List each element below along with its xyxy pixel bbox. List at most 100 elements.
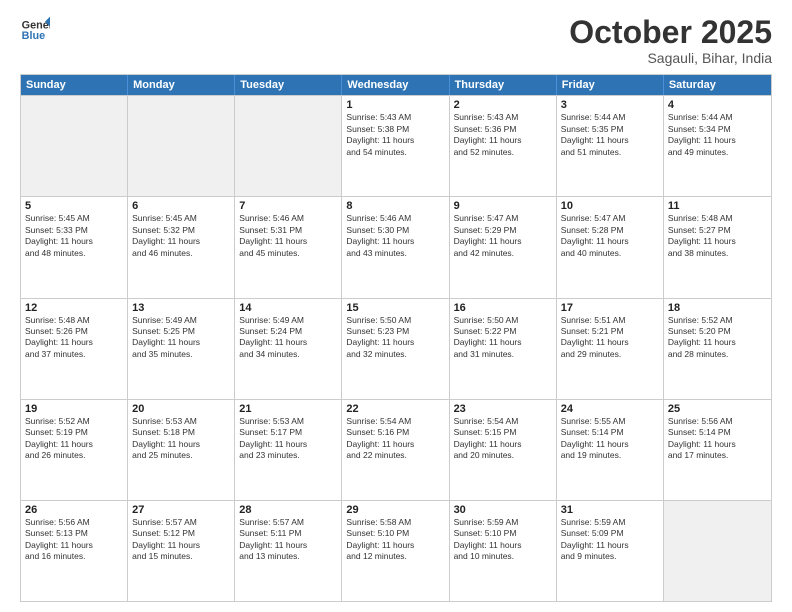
calendar-row-3: 12Sunrise: 5:48 AM Sunset: 5:26 PM Dayli… <box>21 298 771 399</box>
calendar-cell-2-4: 8Sunrise: 5:46 AM Sunset: 5:30 PM Daylig… <box>342 197 449 297</box>
calendar-cell-2-1: 5Sunrise: 5:45 AM Sunset: 5:33 PM Daylig… <box>21 197 128 297</box>
day-info: Sunrise: 5:49 AM Sunset: 5:25 PM Dayligh… <box>132 315 230 361</box>
calendar-cell-4-1: 19Sunrise: 5:52 AM Sunset: 5:19 PM Dayli… <box>21 400 128 500</box>
calendar-cell-1-6: 3Sunrise: 5:44 AM Sunset: 5:35 PM Daylig… <box>557 96 664 196</box>
day-number: 28 <box>239 504 337 516</box>
weekday-header-friday: Friday <box>557 75 664 95</box>
calendar-cell-4-7: 25Sunrise: 5:56 AM Sunset: 5:14 PM Dayli… <box>664 400 771 500</box>
day-number: 23 <box>454 403 552 415</box>
day-info: Sunrise: 5:55 AM Sunset: 5:14 PM Dayligh… <box>561 416 659 462</box>
day-info: Sunrise: 5:48 AM Sunset: 5:26 PM Dayligh… <box>25 315 123 361</box>
day-number: 2 <box>454 99 552 111</box>
day-info: Sunrise: 5:44 AM Sunset: 5:34 PM Dayligh… <box>668 112 767 158</box>
day-number: 21 <box>239 403 337 415</box>
weekday-header-monday: Monday <box>128 75 235 95</box>
logo: General Blue <box>20 15 50 45</box>
day-info: Sunrise: 5:58 AM Sunset: 5:10 PM Dayligh… <box>346 517 444 563</box>
day-info: Sunrise: 5:44 AM Sunset: 5:35 PM Dayligh… <box>561 112 659 158</box>
day-number: 14 <box>239 302 337 314</box>
calendar-cell-5-1: 26Sunrise: 5:56 AM Sunset: 5:13 PM Dayli… <box>21 501 128 601</box>
day-info: Sunrise: 5:43 AM Sunset: 5:38 PM Dayligh… <box>346 112 444 158</box>
day-number: 3 <box>561 99 659 111</box>
calendar-cell-3-5: 16Sunrise: 5:50 AM Sunset: 5:22 PM Dayli… <box>450 299 557 399</box>
day-number: 10 <box>561 200 659 212</box>
day-info: Sunrise: 5:57 AM Sunset: 5:11 PM Dayligh… <box>239 517 337 563</box>
calendar-cell-2-5: 9Sunrise: 5:47 AM Sunset: 5:29 PM Daylig… <box>450 197 557 297</box>
logo-icon: General Blue <box>20 15 50 45</box>
title-block: October 2025 Sagauli, Bihar, India <box>569 15 772 66</box>
day-number: 16 <box>454 302 552 314</box>
weekday-header-wednesday: Wednesday <box>342 75 449 95</box>
day-info: Sunrise: 5:50 AM Sunset: 5:23 PM Dayligh… <box>346 315 444 361</box>
calendar-row-2: 5Sunrise: 5:45 AM Sunset: 5:33 PM Daylig… <box>21 196 771 297</box>
day-number: 5 <box>25 200 123 212</box>
day-info: Sunrise: 5:48 AM Sunset: 5:27 PM Dayligh… <box>668 213 767 259</box>
weekday-header-thursday: Thursday <box>450 75 557 95</box>
calendar-cell-3-3: 14Sunrise: 5:49 AM Sunset: 5:24 PM Dayli… <box>235 299 342 399</box>
day-number: 4 <box>668 99 767 111</box>
day-number: 12 <box>25 302 123 314</box>
day-number: 7 <box>239 200 337 212</box>
day-number: 9 <box>454 200 552 212</box>
day-info: Sunrise: 5:59 AM Sunset: 5:09 PM Dayligh… <box>561 517 659 563</box>
calendar-cell-2-3: 7Sunrise: 5:46 AM Sunset: 5:31 PM Daylig… <box>235 197 342 297</box>
calendar: SundayMondayTuesdayWednesdayThursdayFrid… <box>20 74 772 602</box>
calendar-row-1: 1Sunrise: 5:43 AM Sunset: 5:38 PM Daylig… <box>21 95 771 196</box>
day-number: 17 <box>561 302 659 314</box>
calendar-cell-3-6: 17Sunrise: 5:51 AM Sunset: 5:21 PM Dayli… <box>557 299 664 399</box>
day-number: 27 <box>132 504 230 516</box>
day-number: 20 <box>132 403 230 415</box>
calendar-header: SundayMondayTuesdayWednesdayThursdayFrid… <box>21 75 771 95</box>
day-number: 1 <box>346 99 444 111</box>
day-number: 8 <box>346 200 444 212</box>
day-info: Sunrise: 5:47 AM Sunset: 5:28 PM Dayligh… <box>561 213 659 259</box>
calendar-cell-2-7: 11Sunrise: 5:48 AM Sunset: 5:27 PM Dayli… <box>664 197 771 297</box>
day-number: 31 <box>561 504 659 516</box>
day-info: Sunrise: 5:56 AM Sunset: 5:13 PM Dayligh… <box>25 517 123 563</box>
calendar-cell-3-2: 13Sunrise: 5:49 AM Sunset: 5:25 PM Dayli… <box>128 299 235 399</box>
day-info: Sunrise: 5:46 AM Sunset: 5:31 PM Dayligh… <box>239 213 337 259</box>
day-info: Sunrise: 5:45 AM Sunset: 5:32 PM Dayligh… <box>132 213 230 259</box>
day-number: 26 <box>25 504 123 516</box>
calendar-cell-1-7: 4Sunrise: 5:44 AM Sunset: 5:34 PM Daylig… <box>664 96 771 196</box>
day-number: 29 <box>346 504 444 516</box>
calendar-cell-1-3 <box>235 96 342 196</box>
calendar-cell-3-4: 15Sunrise: 5:50 AM Sunset: 5:23 PM Dayli… <box>342 299 449 399</box>
calendar-cell-1-4: 1Sunrise: 5:43 AM Sunset: 5:38 PM Daylig… <box>342 96 449 196</box>
calendar-cell-3-1: 12Sunrise: 5:48 AM Sunset: 5:26 PM Dayli… <box>21 299 128 399</box>
day-number: 19 <box>25 403 123 415</box>
calendar-cell-2-6: 10Sunrise: 5:47 AM Sunset: 5:28 PM Dayli… <box>557 197 664 297</box>
day-info: Sunrise: 5:46 AM Sunset: 5:30 PM Dayligh… <box>346 213 444 259</box>
weekday-header-tuesday: Tuesday <box>235 75 342 95</box>
day-info: Sunrise: 5:49 AM Sunset: 5:24 PM Dayligh… <box>239 315 337 361</box>
day-number: 13 <box>132 302 230 314</box>
day-info: Sunrise: 5:50 AM Sunset: 5:22 PM Dayligh… <box>454 315 552 361</box>
day-number: 22 <box>346 403 444 415</box>
weekday-header-sunday: Sunday <box>21 75 128 95</box>
day-number: 25 <box>668 403 767 415</box>
weekday-header-saturday: Saturday <box>664 75 771 95</box>
calendar-cell-5-4: 29Sunrise: 5:58 AM Sunset: 5:10 PM Dayli… <box>342 501 449 601</box>
day-number: 18 <box>668 302 767 314</box>
day-info: Sunrise: 5:54 AM Sunset: 5:15 PM Dayligh… <box>454 416 552 462</box>
day-info: Sunrise: 5:53 AM Sunset: 5:17 PM Dayligh… <box>239 416 337 462</box>
month-title: October 2025 <box>569 15 772 50</box>
day-info: Sunrise: 5:43 AM Sunset: 5:36 PM Dayligh… <box>454 112 552 158</box>
location-subtitle: Sagauli, Bihar, India <box>569 50 772 66</box>
calendar-cell-1-1 <box>21 96 128 196</box>
calendar-cell-5-7 <box>664 501 771 601</box>
day-info: Sunrise: 5:47 AM Sunset: 5:29 PM Dayligh… <box>454 213 552 259</box>
day-info: Sunrise: 5:51 AM Sunset: 5:21 PM Dayligh… <box>561 315 659 361</box>
calendar-cell-4-6: 24Sunrise: 5:55 AM Sunset: 5:14 PM Dayli… <box>557 400 664 500</box>
calendar-cell-5-3: 28Sunrise: 5:57 AM Sunset: 5:11 PM Dayli… <box>235 501 342 601</box>
calendar-cell-3-7: 18Sunrise: 5:52 AM Sunset: 5:20 PM Dayli… <box>664 299 771 399</box>
day-info: Sunrise: 5:59 AM Sunset: 5:10 PM Dayligh… <box>454 517 552 563</box>
calendar-row-4: 19Sunrise: 5:52 AM Sunset: 5:19 PM Dayli… <box>21 399 771 500</box>
calendar-cell-4-2: 20Sunrise: 5:53 AM Sunset: 5:18 PM Dayli… <box>128 400 235 500</box>
calendar-cell-4-5: 23Sunrise: 5:54 AM Sunset: 5:15 PM Dayli… <box>450 400 557 500</box>
calendar-row-5: 26Sunrise: 5:56 AM Sunset: 5:13 PM Dayli… <box>21 500 771 601</box>
page: General Blue October 2025 Sagauli, Bihar… <box>0 0 792 612</box>
day-number: 24 <box>561 403 659 415</box>
day-info: Sunrise: 5:56 AM Sunset: 5:14 PM Dayligh… <box>668 416 767 462</box>
svg-text:Blue: Blue <box>22 30 45 42</box>
